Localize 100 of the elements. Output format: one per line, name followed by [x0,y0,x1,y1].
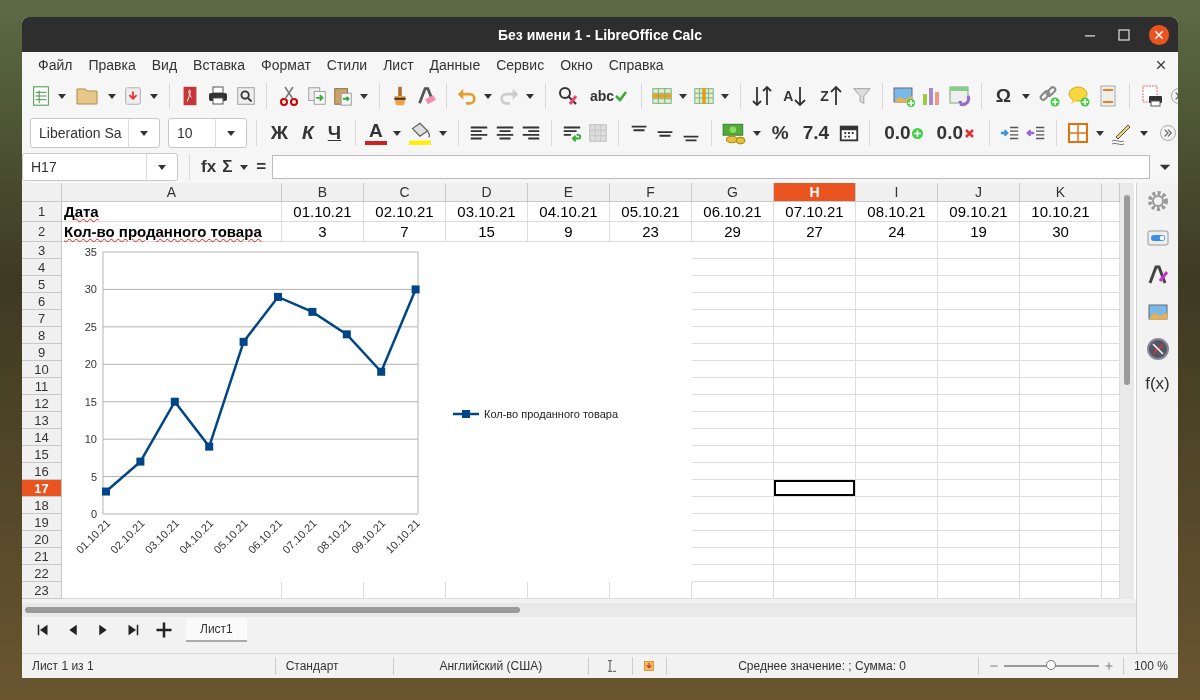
row-header[interactable]: 14 [22,429,62,446]
caret-icon[interactable] [484,93,492,99]
row-header[interactable]: 15 [22,446,62,463]
row-header[interactable]: 11 [22,378,62,395]
menu-item[interactable]: Файл [30,56,81,73]
copy-icon[interactable] [306,85,328,107]
table-cell[interactable] [856,531,938,548]
table-cell[interactable] [1020,361,1102,378]
table-cell[interactable] [938,276,1020,293]
menu-item[interactable]: Стили [318,56,376,73]
table-cell[interactable] [774,327,856,344]
caret-icon[interactable] [1096,130,1104,136]
table-cell[interactable] [1020,548,1102,565]
borders-icon[interactable] [1066,121,1090,145]
table-cell[interactable] [856,514,938,531]
table-cell[interactable] [1020,514,1102,531]
column-header[interactable]: D [446,183,528,202]
table-cell[interactable] [774,293,856,310]
table-cell[interactable] [774,378,856,395]
table-cell[interactable] [856,327,938,344]
menu-item[interactable]: Вставка [185,56,254,73]
table-cell[interactable] [938,565,1020,582]
row-header[interactable]: 18 [22,497,62,514]
table-cell[interactable] [856,497,938,514]
vertical-scrollbar[interactable] [1120,183,1134,599]
table-cell[interactable]: 04.10.21 [528,202,610,222]
percent-button[interactable]: % [766,122,794,144]
plus-icon[interactable] [1103,660,1116,672]
table-cell[interactable] [1020,242,1102,259]
table-cell[interactable]: 27 [774,222,856,242]
caret-icon[interactable] [139,130,148,136]
row-header[interactable]: 21 [22,548,62,565]
table-cell[interactable]: 10.10.21 [1020,202,1102,222]
chevron-icon[interactable] [1158,123,1178,143]
table-cell[interactable] [774,276,856,293]
download-icon[interactable] [122,85,144,107]
table-cell[interactable] [856,582,938,599]
table-cell[interactable] [856,463,938,480]
table-cell[interactable] [856,480,938,497]
menu-item[interactable]: Лист [375,56,422,73]
table-cell[interactable] [856,259,938,276]
special-character-button[interactable]: Ω [990,85,1017,107]
table-cell[interactable] [938,429,1020,446]
table-cell[interactable]: 08.10.21 [856,202,938,222]
caret-icon[interactable] [721,93,730,99]
underline-button[interactable]: Ч [322,122,347,144]
table-cell[interactable] [1020,463,1102,480]
table-cell[interactable] [1020,378,1102,395]
table-cell[interactable] [1020,446,1102,463]
table-cell[interactable] [1020,276,1102,293]
formula-button[interactable]: = [256,157,267,177]
table-cell[interactable] [774,395,856,412]
sum-button[interactable]: Σ [222,157,233,177]
table-cell[interactable] [1020,327,1102,344]
table-cell[interactable] [774,446,856,463]
image-icon[interactable] [891,84,916,108]
caret-icon[interactable] [226,130,235,136]
table-cell[interactable] [938,361,1020,378]
table-cell[interactable] [856,293,938,310]
table-cell[interactable] [856,565,938,582]
font-color-button[interactable]: A [365,121,387,145]
row-header[interactable]: 13 [22,412,62,429]
table-cell[interactable] [774,344,856,361]
merge-cells-icon[interactable] [586,122,609,144]
column-header[interactable]: E [528,183,610,202]
table-cell[interactable]: 19 [938,222,1020,242]
table-cell[interactable] [1020,497,1102,514]
table-cell[interactable]: 02.10.21 [364,202,446,222]
caret-icon[interactable] [1140,130,1148,136]
horizontal-scrollbar[interactable] [22,603,1136,617]
caret-icon[interactable] [1022,93,1031,99]
caret-icon[interactable] [150,93,158,99]
table-cell[interactable]: 30 [1020,222,1102,242]
table-cell[interactable] [774,310,856,327]
caret-icon[interactable] [526,93,534,99]
table-cell[interactable]: 07.10.21 [774,202,856,222]
table-cell[interactable]: 29 [692,222,774,242]
row-header[interactable]: 9 [22,344,62,361]
table-cell[interactable] [856,344,938,361]
table-cell[interactable]: 05.10.21 [610,202,692,222]
table-cell[interactable] [1020,480,1102,497]
table-cell[interactable] [938,497,1020,514]
table-cell[interactable] [1020,395,1102,412]
gear-icon[interactable] [1145,189,1170,213]
row-header[interactable]: 6 [22,293,62,310]
table-cell[interactable]: 01.10.21 [282,202,364,222]
row-header[interactable]: 23 [22,582,62,599]
column-header[interactable]: J [938,183,1020,202]
compass-icon[interactable] [1145,337,1170,361]
table-cell[interactable] [938,259,1020,276]
caret-icon[interactable] [679,93,688,99]
menu-item[interactable]: Сервис [488,56,553,73]
caret-icon[interactable] [392,130,401,136]
table-cell[interactable] [856,378,938,395]
formula-input-field[interactable] [272,155,1150,179]
table-cell[interactable] [938,480,1020,497]
paint-bucket-icon[interactable] [406,120,433,146]
function-wizard-button[interactable]: fx [201,157,217,177]
table-cell[interactable] [856,242,938,259]
table-cell[interactable] [938,446,1020,463]
